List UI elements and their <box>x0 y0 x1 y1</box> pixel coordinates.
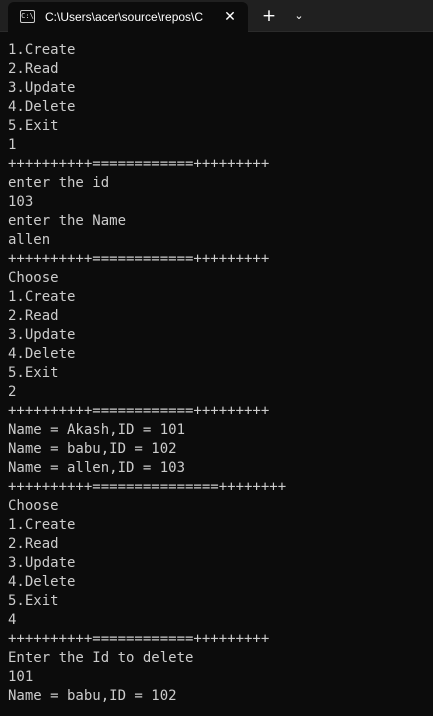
console-line: 4.Delete <box>8 99 76 115</box>
console-line: 1.Create <box>8 42 76 58</box>
plus-icon[interactable]: + <box>258 6 280 26</box>
console-line: Name = Akash,ID = 101 <box>8 422 186 438</box>
console-line: ++++++++++===============++++++++ <box>8 479 287 495</box>
console-line: ++++++++++============+++++++++ <box>8 403 270 419</box>
console-line: 101 <box>8 669 34 685</box>
console-line: ++++++++++============+++++++++ <box>8 631 270 647</box>
console-line: 5.Exit <box>8 593 59 609</box>
console-line: Name = babu,ID = 102 <box>8 441 177 457</box>
console-line: allen <box>8 232 51 248</box>
console-line: 2.Read <box>8 536 59 552</box>
console-line: 4 <box>8 612 17 628</box>
console-line: 3.Update <box>8 555 76 571</box>
console-line: 3.Update <box>8 327 76 343</box>
terminal-tab[interactable]: C:\ C:\Users\acer\source\repos\C ✕ <box>8 2 248 32</box>
console-line: Choose <box>8 270 59 286</box>
console-line: 5.Exit <box>8 365 59 381</box>
console-line: enter the Name <box>8 213 127 229</box>
console-line: ++++++++++============+++++++++ <box>8 156 270 172</box>
tab-title: C:\Users\acer\source\repos\C <box>45 10 204 24</box>
console-line: Choose <box>8 498 59 514</box>
console-line: 2.Read <box>8 308 59 324</box>
console-line: ++++++++++============+++++++++ <box>8 251 270 267</box>
console-line: Name = babu,ID = 102 <box>8 688 177 704</box>
console-line: enter the id <box>8 175 110 191</box>
console-line: 3.Update <box>8 80 76 96</box>
console-line: 2.Read <box>8 61 59 77</box>
console-line: Name = allen,ID = 103 <box>8 460 186 476</box>
console-line: Enter the Id to delete <box>8 650 194 666</box>
terminal-icon: C:\ <box>20 10 35 23</box>
console-line: 1.Create <box>8 289 76 305</box>
console-line: 1 <box>8 137 17 153</box>
console-line: 5.Exit <box>8 118 59 134</box>
console-line: 1.Create <box>8 517 76 533</box>
close-icon[interactable]: ✕ <box>220 7 240 27</box>
chevron-down-icon[interactable]: ⌄ <box>288 6 310 26</box>
console-line: 4.Delete <box>8 346 76 362</box>
console-line: 4.Delete <box>8 574 76 590</box>
title-bar: C:\ C:\Users\acer\source\repos\C ✕ + ⌄ <box>0 0 433 32</box>
console-line: 2 <box>8 384 17 400</box>
console-line: 103 <box>8 194 34 210</box>
console-output[interactable]: 1.Create 2.Read 3.Update 4.Delete 5.Exit 1 +++… <box>8 41 428 713</box>
